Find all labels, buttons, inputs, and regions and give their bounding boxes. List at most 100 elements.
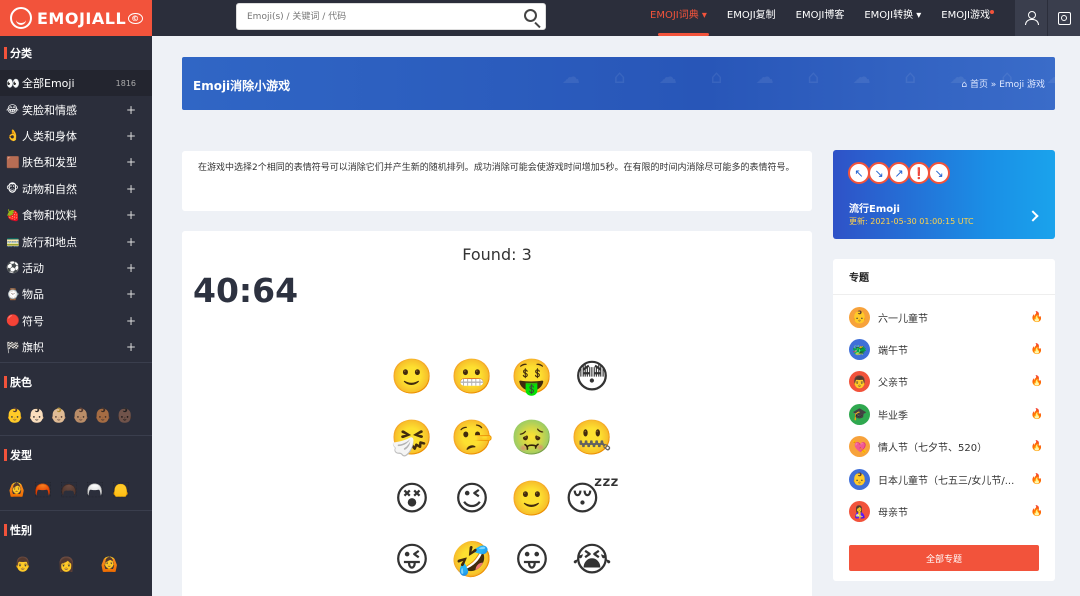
- topics-title: 专题: [833, 259, 1055, 295]
- hair-style-list: 🙆 🦰 🦱 🦳 🦲: [0, 472, 152, 508]
- hair-style-option[interactable]: 🙆: [8, 483, 26, 498]
- emoji-tile[interactable]: 😉: [442, 468, 502, 529]
- emoji-tile[interactable]: 😳: [562, 346, 622, 407]
- topic-item[interactable]: 💘 情人节（七夕节、520） 🔥: [833, 431, 1055, 463]
- fire-icon: 🔥: [1030, 311, 1043, 323]
- divider: [0, 362, 152, 364]
- game-description: 在游戏中选择2个相同的表情符号可以消除它们并产生新的随机排列。成功消除可能会使游…: [182, 151, 812, 211]
- expand-plus-icon[interactable]: +: [126, 155, 136, 169]
- breadcrumb[interactable]: ⌂ 首页 » Emoji 游戏: [961, 77, 1045, 90]
- topic-item[interactable]: 👨 父亲节 🔥: [833, 366, 1055, 398]
- category-emoji-icon: 👀: [6, 76, 20, 90]
- skin-tone-option[interactable]: 👶🏼: [50, 408, 68, 424]
- emoji-tile[interactable]: 😜: [382, 529, 442, 590]
- emoji-tile[interactable]: 🙂: [502, 468, 562, 529]
- caret-down-icon: ▾: [698, 10, 707, 21]
- topic-label: 母亲节: [878, 508, 908, 520]
- category-label: 符号: [22, 314, 44, 328]
- sidebar-category[interactable]: ⚽ 活动 +: [0, 255, 152, 281]
- skin-tone-option[interactable]: 👶🏻: [28, 408, 46, 424]
- sidebar-category[interactable]: 🔴 符号 +: [0, 308, 152, 334]
- fire-icon: 🔥: [1030, 376, 1043, 388]
- category-list: 👀 全部Emoji 1816 😂 笑脸和情感 + 👌 人类和身体 + 🟫 肤色和发型 + 🐵 动物和自然 +…: [0, 70, 152, 360]
- hair-style-option[interactable]: 🦳: [86, 483, 104, 498]
- emoji-tile[interactable]: 😴: [562, 468, 622, 529]
- topic-item[interactable]: 👶 日本儿童节（七五三/女儿节/... 🔥: [833, 463, 1055, 495]
- all-topics-button[interactable]: 全部专题: [849, 545, 1039, 571]
- category-count: 1816: [115, 78, 136, 88]
- trending-title: 流行Emoji: [849, 204, 900, 215]
- category-emoji-icon: 🍓: [6, 208, 20, 222]
- topic-emoji-icon: 👶: [849, 306, 870, 328]
- sidebar-category[interactable]: 🍓 食物和饮料 +: [0, 202, 152, 228]
- nav-item[interactable]: EMOJI词典 ▾: [640, 0, 717, 36]
- emoji-tile[interactable]: 😵: [382, 468, 442, 529]
- gender-option[interactable]: 🙆: [101, 557, 118, 573]
- topic-label: 日本儿童节（七五三/女儿节/...: [878, 475, 1015, 487]
- sidebar-category[interactable]: 🟫 肤色和发型 +: [0, 149, 152, 175]
- trending-emoji-card[interactable]: ↖ ↘ ↗ ❗ ↘ 流行Emoji 更新: 2021-05-30 01:00:15 UT…: [833, 150, 1055, 239]
- category-emoji-icon: 😂: [6, 103, 19, 117]
- category-emoji-icon: 🟫: [6, 155, 20, 169]
- sidebar-category[interactable]: ⌚ 物品 +: [0, 281, 152, 307]
- hair-style-option[interactable]: 🦱: [60, 483, 78, 498]
- emoji-tile[interactable]: 🙂: [382, 346, 442, 407]
- sidebar-category[interactable]: 🐵 动物和自然 +: [0, 176, 152, 202]
- category-label: 动物和自然: [22, 182, 77, 196]
- expand-plus-icon[interactable]: +: [126, 287, 136, 301]
- topic-item[interactable]: 🤱 母亲节 🔥: [833, 495, 1055, 527]
- hair-style-option[interactable]: 🦰: [34, 483, 52, 498]
- topic-item[interactable]: 🐲 端午节 🔥: [833, 333, 1055, 365]
- expand-plus-icon[interactable]: +: [126, 340, 136, 354]
- page-title: Emoji消除小游戏: [193, 79, 291, 93]
- emoji-tile[interactable]: 🤢: [502, 407, 562, 468]
- nav-item[interactable]: EMOJI转换 ▾: [854, 0, 931, 36]
- divider: [0, 510, 152, 512]
- gender-option[interactable]: 👨: [14, 557, 31, 573]
- emoji-tile[interactable]: 😬: [442, 346, 502, 407]
- expand-plus-icon[interactable]: +: [126, 103, 136, 117]
- expand-plus-icon[interactable]: +: [126, 235, 136, 249]
- user-button[interactable]: [1015, 0, 1047, 36]
- gender-option[interactable]: 👩: [57, 557, 74, 573]
- sidebar-category[interactable]: 🏁 旗帜 +: [0, 334, 152, 360]
- emoji-tile[interactable]: 🤑: [502, 346, 562, 407]
- emoji-tile[interactable]: 🤧: [382, 407, 442, 468]
- skin-tone-option[interactable]: 👶🏽: [72, 408, 90, 424]
- hair-style-option[interactable]: 🦲: [112, 483, 130, 498]
- topic-item[interactable]: 👶 六一儿童节 🔥: [833, 301, 1055, 333]
- expand-plus-icon[interactable]: +: [126, 261, 136, 275]
- emoji-tile[interactable]: 😭: [562, 529, 622, 590]
- expand-plus-icon[interactable]: +: [126, 314, 136, 328]
- topic-item[interactable]: 🎓 毕业季 🔥: [833, 398, 1055, 430]
- trending-emoji-icon: ↘: [868, 162, 890, 184]
- emoji-tile[interactable]: 🤐: [562, 407, 622, 468]
- expand-plus-icon[interactable]: +: [126, 182, 136, 196]
- skin-title: 肤色: [0, 365, 152, 399]
- skin-tone-option[interactable]: 👶: [6, 408, 24, 424]
- search-input[interactable]: [237, 4, 507, 30]
- sidebar-category[interactable]: 😂 笑脸和情感 +: [0, 96, 152, 122]
- skin-tone-list: 👶 👶🏻 👶🏼 👶🏽 👶🏾 👶🏿: [0, 399, 152, 429]
- sidebar-category[interactable]: 👌 人类和身体 +: [0, 123, 152, 149]
- sidebar-category[interactable]: 👀 全部Emoji 1816: [0, 70, 152, 97]
- caret-down-icon: ▾: [913, 10, 922, 21]
- skin-tone-option[interactable]: 👶🏾: [94, 408, 112, 424]
- site-logo[interactable]: EMOJIALL ©: [0, 0, 152, 36]
- nav-item[interactable]: EMOJI博客: [786, 0, 855, 36]
- nav-item[interactable]: EMOJI游戏: [931, 0, 1004, 36]
- sidebar-category[interactable]: 🚃 旅行和地点 +: [0, 228, 152, 254]
- search-icon[interactable]: [524, 9, 537, 22]
- main-nav: EMOJI词典 ▾ EMOJI复制 EMOJI博客 EMOJI转换 ▾ EMOJI游戏: [640, 0, 1004, 36]
- emoji-tile[interactable]: 🤥: [442, 407, 502, 468]
- emoji-tile[interactable]: 😛: [502, 529, 562, 590]
- expand-plus-icon[interactable]: +: [126, 129, 136, 143]
- trending-updated: 更新: 2021-05-30 01:00:15 UTC: [849, 217, 974, 226]
- emoji-tile[interactable]: 🤣: [442, 529, 502, 590]
- skin-tone-option[interactable]: 👶🏿: [116, 408, 134, 424]
- expand-plus-icon[interactable]: +: [126, 208, 136, 222]
- image-button[interactable]: [1048, 0, 1080, 36]
- trending-emoji-icon: ↖: [848, 162, 870, 184]
- nav-item[interactable]: EMOJI复制: [717, 0, 786, 36]
- gender-title: 性别: [0, 513, 152, 547]
